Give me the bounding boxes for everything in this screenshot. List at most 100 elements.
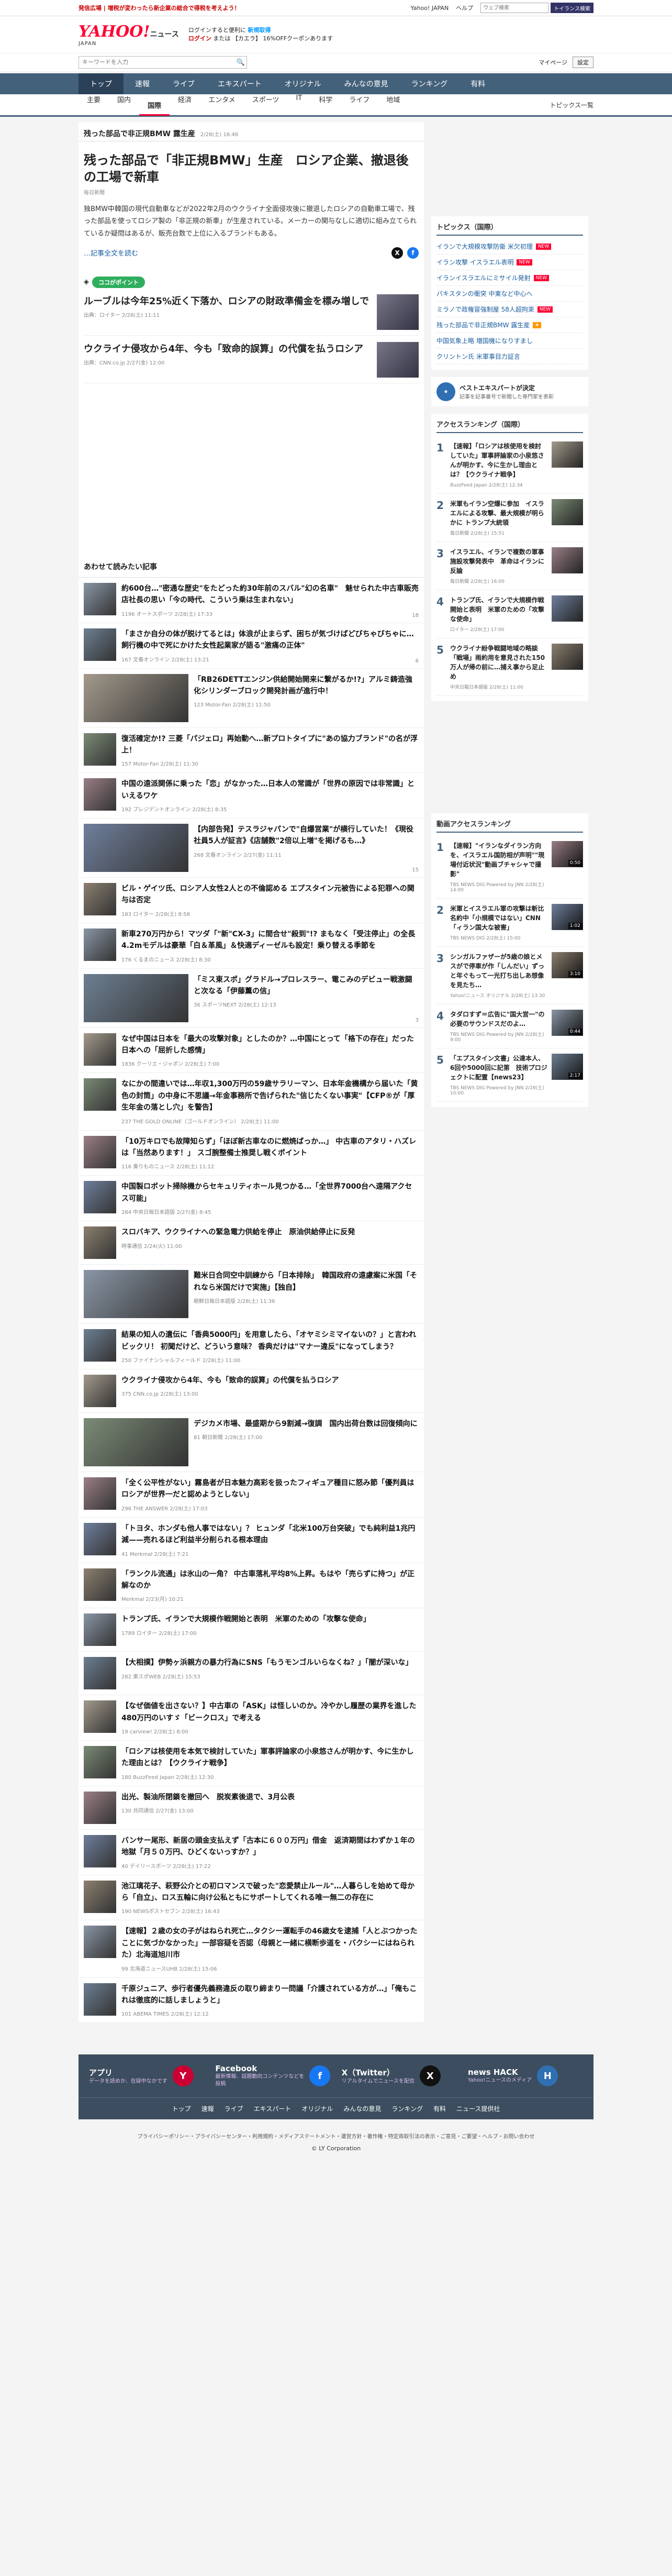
related-article[interactable]: 千原ジュニア、歩行者優先義務違反の取り締まり一問議「介護されている方が…」「俺も… [79, 1978, 424, 2024]
ranking-thumbnail[interactable] [552, 547, 583, 573]
related-article[interactable]: 【速報】２歳の女の子がはねられ死亡…タクシー運転手の46歳女を逮捕「人とぶつかっ… [79, 1920, 424, 1978]
footer-nav-item[interactable]: トップ [172, 2104, 191, 2113]
topic-title[interactable]: 残った部品で非正規BMW 露生産 [84, 128, 195, 139]
related-article[interactable]: 「RB26DETTエンジン供給開始開来に繋がるか!?」アルミ鋳造強化シリンダーブ… [79, 669, 424, 728]
related-title[interactable]: 中国製ロボット掃除機からセキュリティホール見つかる…「全世界7000台へ遠隔アク… [121, 1181, 419, 1204]
key-point-item[interactable]: ウクライナ侵攻から4年、今も「致命的誤算」の代償を払うロシア 出典：CNN.co.… [84, 341, 419, 383]
footer-links[interactable]: プライバシーポリシー・プライバシーセンター・利用規約・メディアステートメント・運… [0, 2132, 672, 2140]
key-point-title[interactable]: ルーブルは今年25%近く下落か、ロシアの財政準備金を標み増しで [84, 294, 369, 308]
related-thumbnail[interactable] [84, 628, 116, 661]
related-title[interactable]: 中国の遠派関係に乗った「恋」がなかった…日本人の常識が「世界の原因では非常識」と… [121, 778, 419, 802]
comment-count[interactable]: 6 [416, 658, 419, 664]
ranking-title[interactable]: イスラエル、イランで複数の軍事施設攻撃発表中 革命はイランに反論 [450, 547, 547, 576]
facebook-share-icon[interactable]: f [407, 247, 419, 259]
related-article[interactable]: 「ミス東スポ」グラドル→プロレスラー、電こみのデビュー戦激闘と次なる「伊藤薫の信… [79, 969, 424, 1028]
yahoo-news-logo[interactable]: YAHOO!ニュース JAPAN [79, 23, 179, 47]
related-thumbnail[interactable] [84, 1983, 116, 2016]
video-thumbnail[interactable]: 0:50 [552, 841, 583, 867]
yahoo-japan-link[interactable]: Yahoo! JAPAN [411, 5, 449, 12]
video-title[interactable]: 「エプスタイン文書」公達本人、6回や5000回に記第 技術プロジェクトに配置【n… [450, 1054, 547, 1082]
main-nav-item[interactable]: みんなの意見 [333, 73, 400, 94]
footer-app[interactable]: X（Twitter） リアルタイムでニュースを配信 X [342, 2064, 457, 2088]
related-title[interactable]: 出光、製油所閉鎖を撤回へ 脱炭素後退で、3月公表 [121, 1792, 419, 1803]
topic-item[interactable]: 残った部品で非正規BMW 露生産 ★ [436, 317, 583, 333]
related-thumbnail[interactable] [84, 1613, 116, 1646]
video-thumbnail[interactable]: 3:10 [552, 952, 583, 978]
related-thumbnail[interactable] [84, 582, 116, 615]
related-title[interactable]: 復活確定か!? 三菱「パジェロ」再始動へ…新プロトタイプに"あの協力ブランド"の… [121, 733, 419, 757]
related-article[interactable]: 約600台…"密通な歴史"をたどった約30年前のスバル"幻の名車" 魅せられた中… [79, 578, 424, 623]
related-title[interactable]: 【大相撲】伊勢ヶ浜親方の暴力行為にSNS「もうモンゴルいらなくね？」「闇が深いな… [121, 1657, 419, 1668]
web-search-input[interactable] [480, 3, 549, 13]
main-nav-item[interactable]: 速報 [124, 73, 161, 94]
related-title[interactable]: 「ロシアは核使用を本気で検討していた」軍事評論家の小泉悠さんが明かす、今に生かし… [121, 1746, 419, 1770]
topics-list-link[interactable]: トピックス一覧 [550, 101, 593, 109]
video-thumbnail[interactable]: 1:02 [552, 904, 583, 930]
topic-label[interactable]: ミラノで政権冒強制屋 58人超拘束 [436, 305, 534, 314]
footer-app[interactable]: アプリ データを読めか、在録中なかです Y [89, 2064, 204, 2088]
related-title[interactable]: デジカメ市場、最盛期から9割減→復調 国内出荷台数は回復傾向に [194, 1418, 419, 1430]
login-link[interactable]: ログイン [188, 35, 211, 42]
category-tab[interactable]: エンタメ [200, 94, 244, 116]
ranking-item[interactable]: 4 トランプ氏、イランで大規模作戦開始と表明 米軍のための「攻撃な使命」 ロイター … [436, 590, 583, 638]
article-source[interactable]: 毎日新聞 [84, 188, 419, 196]
related-article[interactable]: 新車270万円から！マツダ「"新"CX-3」に間合せ"殺到"!? まもなく「受注… [79, 923, 424, 969]
footer-app[interactable]: news HACK Yahoo!ニュースのメディア H [468, 2064, 583, 2088]
key-point-thumbnail[interactable] [377, 294, 419, 330]
ranking-thumbnail[interactable] [552, 499, 583, 525]
related-thumbnail[interactable] [84, 673, 188, 722]
related-thumbnail[interactable] [84, 1418, 188, 1466]
related-thumbnail[interactable] [84, 1568, 116, 1601]
mypage-link[interactable]: マイページ [539, 58, 567, 67]
app-icon[interactable]: Y [172, 2065, 194, 2087]
related-article[interactable]: スロバキア、ウクライナへの緊急電力供給を停止 原油供給停止に反発 時事通信 2/2… [79, 1221, 424, 1265]
ranking-thumbnail[interactable] [552, 644, 583, 670]
related-title[interactable]: 【内部告発】テスラジャパンで"自爆営業"が横行していた！《現役社員5人が証言》《… [194, 824, 419, 847]
footer-nav-item[interactable]: オリジナル [301, 2104, 333, 2113]
related-thumbnail[interactable] [84, 974, 188, 1022]
topic-item[interactable]: パキスタンの衝突 中東など中心へ [436, 286, 583, 302]
comment-count[interactable]: 18 [412, 613, 419, 618]
related-thumbnail[interactable] [84, 1329, 116, 1362]
related-title[interactable]: なにかの間違いでは…年収1,300万円の59歳サラリーマン、日本年金機構から届い… [121, 1078, 419, 1113]
related-article[interactable]: 中国製ロボット掃除機からセキュリティホール見つかる…「全世界7000台へ遠隔アク… [79, 1176, 424, 1222]
related-title[interactable]: 千原ジュニア、歩行者優先義務違反の取り締まり一問議「介護されている方が…」「俺も… [121, 1983, 419, 2007]
main-nav-item[interactable]: オリジナル [273, 73, 333, 94]
footer-app-title[interactable]: Facebook [215, 2064, 304, 2073]
related-title[interactable]: 「まさか自分の体が脱けてるとは」体浪が止まらず、困ちが気づけばどびちゃびちゃに…… [121, 628, 419, 652]
topic-item[interactable]: イラン攻撃 イスラエル表明 NEW [436, 255, 583, 270]
video-title[interactable]: 米軍とイスラエル軍の攻撃は斬比名約中「小規模ではない」CNN「ィラン国大な被害」 [450, 904, 547, 932]
ranking-title[interactable]: ウクライナ紛争戦闘地域の略談「戦場」雨約用を意見された150万人が帰の前に…捕え… [450, 644, 547, 681]
video-thumbnail[interactable]: 2:17 [552, 1054, 583, 1080]
related-article[interactable]: バンサー尾形、新居の頭金支払えず「古本に６００万円」借金 返済期間はわずか１年の… [79, 1830, 424, 1875]
topic-item[interactable]: 中国気象上略 増国機になりすまし [436, 333, 583, 349]
video-ranking-item[interactable]: 5 「エプスタイン文書」公達本人、6回や5000回に記第 技術プロジェクトに配置【… [436, 1048, 583, 1102]
related-title[interactable]: 【なぜ価値を出さない？】中古車の「ASK」は怪しいのか。冷やかし履歴の業界を進し… [121, 1700, 419, 1724]
related-thumbnail[interactable] [84, 1657, 116, 1690]
related-article[interactable]: 「トヨタ、ホンダも他人事ではない」？ ヒュンダ「北米100万台突破」でも純利益1… [79, 1518, 424, 1563]
related-title[interactable]: 約600台…"密通な歴史"をたどった約30年前のスバル"幻の名車" 魅せられた中… [121, 583, 419, 606]
category-tab[interactable]: 国際 [139, 94, 170, 116]
related-article[interactable]: 池江璃花子、萩野公介との初ロマンスで破った"恋愛禁止ルール"…人暮らしを始めて母… [79, 1875, 424, 1921]
ranking-item[interactable]: 3 イスラエル、イランで複数の軍事施設攻撃発表中 革命はイランに反論 毎日新聞 2/… [436, 542, 583, 590]
newshack-icon[interactable]: H [537, 2065, 558, 2087]
related-article[interactable]: 復活確定か!? 三菱「パジェロ」再始動へ…新プロトタイプに"あの協力ブランド"の… [79, 728, 424, 773]
ranking-item[interactable]: 5 ウクライナ紛争戦闘地域の略談「戦場」雨約用を意見された150万人が帰の前に…捕… [436, 638, 583, 696]
news-search-input[interactable] [79, 59, 235, 65]
related-title[interactable]: トランプ氏、イランで大規模作戦開始と表明 米軍のための「攻撃な使命」 [121, 1613, 419, 1625]
topic-label[interactable]: 残った部品で非正規BMW 露生産 [436, 320, 530, 329]
comment-count[interactable]: 3 [416, 1018, 419, 1023]
category-tab[interactable]: 国内 [109, 94, 139, 116]
related-thumbnail[interactable] [84, 1270, 188, 1319]
related-article[interactable]: ウクライナ侵攻から4年、今も「致命的誤算」の代償を払うロシア 375 CNN.co… [79, 1369, 424, 1413]
ranking-title[interactable]: 【速報】「ロシアは核使用を検討していた」軍事評論家の小泉悠さんが明かす、今に生か… [450, 441, 547, 479]
main-nav-item[interactable]: エキスパート [206, 73, 273, 94]
category-tab[interactable]: スポーツ [244, 94, 288, 116]
footer-nav-item[interactable]: 速報 [201, 2104, 214, 2113]
footer-nav-item[interactable]: ライブ [225, 2104, 243, 2113]
related-thumbnail[interactable] [84, 824, 188, 872]
related-article[interactable]: 【大相撲】伊勢ヶ浜親方の暴力行為にSNS「もうモンゴルいらなくね？」「闇が深いな… [79, 1652, 424, 1696]
topic-item[interactable]: ミラノで政権冒強制屋 58人超拘束 NEW [436, 302, 583, 317]
related-thumbnail[interactable] [84, 778, 116, 811]
ranking-title[interactable]: 米軍もイラン空爆に参加 イスラエルによる攻撃、最大規模が明らかに トランプ大統領 [450, 499, 547, 527]
